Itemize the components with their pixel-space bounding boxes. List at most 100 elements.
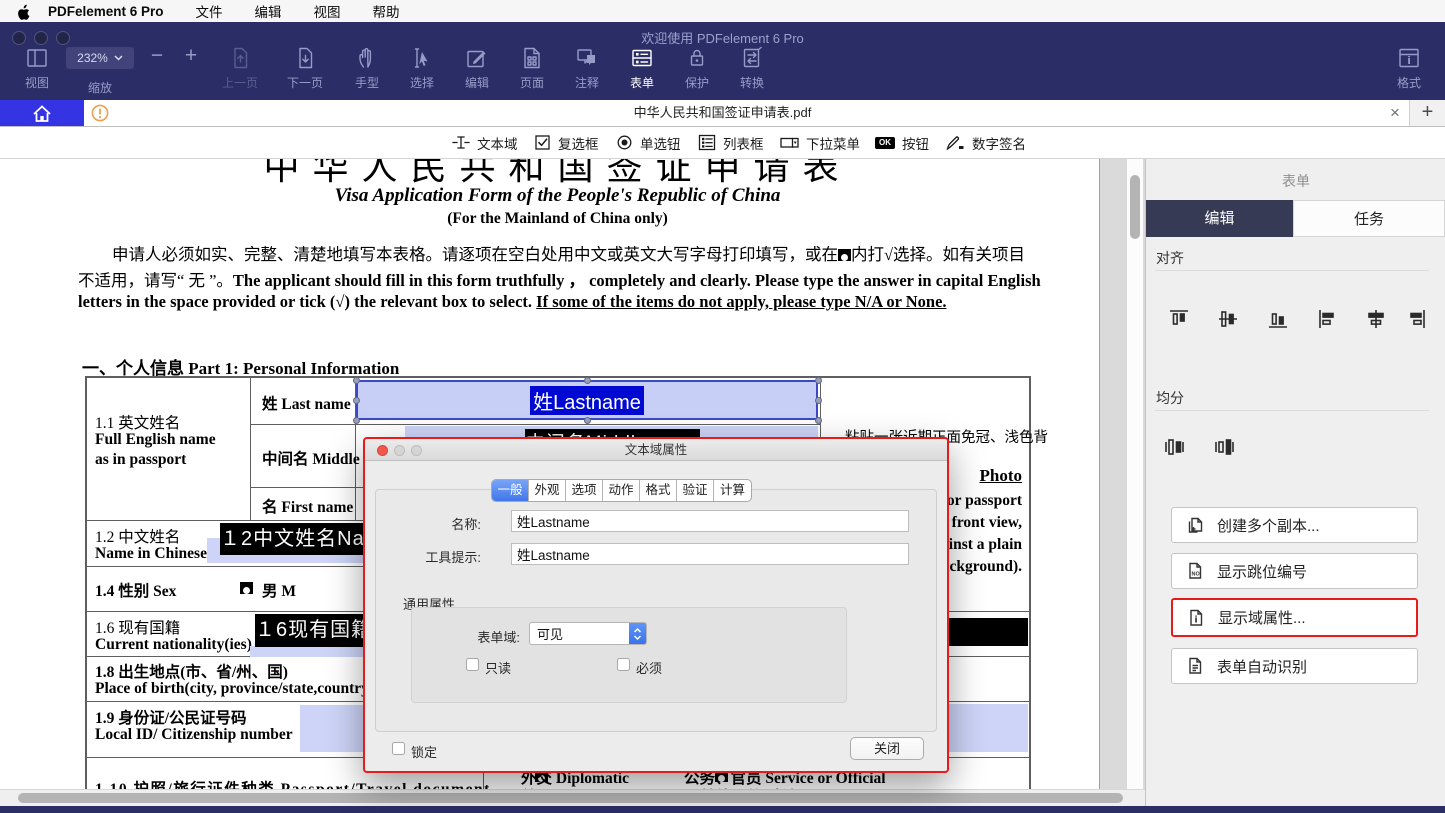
row12-label-en: Name in Chinese — [95, 545, 207, 563]
distribute-vertical-button[interactable] — [1212, 435, 1236, 459]
dialog-tab-validate[interactable]: 验证 — [677, 480, 714, 501]
zoom-label: 缩放 — [66, 79, 134, 96]
hand-icon — [354, 45, 380, 71]
dialog-tab-calculate[interactable]: 计算 — [714, 480, 751, 501]
divider — [1155, 410, 1429, 411]
zoom-in-button[interactable]: + — [178, 44, 204, 68]
list-box-tool[interactable]: 列表框 — [698, 127, 764, 158]
row16-label-en: Current nationality(ies) — [95, 636, 252, 654]
selection-handle[interactable] — [353, 377, 360, 384]
show-tab-numbers-button[interactable]: NO 显示跳位编号 — [1171, 553, 1418, 589]
macos-menubar: PDFelement 6 Pro 文件 编辑 视图 帮助 — [0, 0, 1445, 22]
convert-tool-button[interactable]: 转换 — [723, 45, 781, 91]
align-horizontal-center-button[interactable] — [1364, 307, 1388, 331]
table-border — [85, 376, 1030, 378]
selection-handle[interactable] — [815, 397, 822, 404]
comment-bubble-icon — [574, 45, 600, 71]
previous-page-button[interactable]: 上一页 — [211, 45, 269, 91]
doc-intro-line2: 不适用，请写“ 无 ”。The applicant should fill in… — [78, 267, 1041, 291]
lock-checkbox[interactable] — [392, 742, 405, 755]
menu-file[interactable]: 文件 — [196, 1, 223, 21]
lastname-form-field[interactable]: 姓Lastname — [356, 380, 818, 420]
readonly-checkbox[interactable] — [466, 658, 479, 671]
dialog-tab-appearance[interactable]: 外观 — [529, 480, 566, 501]
name-input[interactable] — [511, 510, 909, 532]
align-bottom-button[interactable] — [1266, 307, 1290, 331]
page-tool-button[interactable]: 页面 — [503, 45, 561, 91]
row19-label-cn: 1.9 身份证/公民证号码 — [95, 706, 247, 728]
dialog-tab-general[interactable]: 一般 — [492, 480, 529, 501]
table-border — [250, 376, 251, 520]
selection-handle[interactable] — [815, 377, 822, 384]
selection-handle[interactable] — [815, 417, 822, 424]
align-top-button[interactable] — [1167, 307, 1191, 331]
menu-edit[interactable]: 编辑 — [255, 1, 282, 21]
sidebar-tab-edit[interactable]: 编辑 — [1146, 200, 1293, 237]
show-field-properties-button[interactable]: 显示域属性... — [1171, 598, 1418, 637]
radio-button-tool[interactable]: 单选钮 — [616, 127, 681, 158]
protect-tool-button[interactable]: 保护 — [668, 45, 726, 91]
dropdown-icon — [780, 134, 799, 151]
row11-label-cn: 1.1 英文姓名 — [95, 411, 180, 433]
checkbox-icon — [534, 134, 551, 151]
lock-label: 锁定 — [411, 742, 437, 761]
align-vertical-center-button[interactable] — [1216, 307, 1240, 331]
menu-help[interactable]: 帮助 — [373, 1, 400, 21]
sidebar-tab-task[interactable]: 任务 — [1293, 200, 1445, 237]
cursor-select-icon — [409, 45, 435, 71]
text-field-tool[interactable]: 文本域 — [452, 127, 518, 158]
text-field-properties-dialog: 文本域属性 一般 外观 选项 动作 格式 验证 计算 名称: 工具提示: 通用属… — [363, 437, 949, 773]
page-up-icon — [227, 45, 253, 71]
view-mode-button[interactable]: 视图 — [8, 45, 66, 91]
apple-menu-icon[interactable] — [16, 3, 30, 20]
selection-handle[interactable] — [584, 417, 591, 424]
convert-arrows-icon — [739, 45, 765, 71]
select-tool-button[interactable]: 选择 — [393, 45, 451, 91]
vertical-scrollbar[interactable] — [1126, 159, 1143, 789]
next-page-button[interactable]: 下一页 — [276, 45, 334, 91]
doc-title-en: Visa Application Form of the People's Re… — [85, 185, 1030, 207]
tab-number-page-icon: NO — [1185, 561, 1205, 581]
edit-tool-button[interactable]: 编辑 — [448, 45, 506, 91]
page-down-icon — [292, 45, 318, 71]
dialog-tab-actions[interactable]: 动作 — [603, 480, 640, 501]
close-tab-button[interactable]: × — [1382, 100, 1408, 126]
document-tabbar: 中华人民共和国签证申请表.pdf × + — [0, 100, 1445, 127]
checkbox-tool[interactable]: 复选框 — [534, 127, 599, 158]
create-multiple-copies-button[interactable]: 创建多个副本... — [1171, 507, 1418, 543]
visibility-selected-value: 可见 — [530, 624, 629, 643]
male-checkbox-icon[interactable] — [240, 582, 253, 594]
zoom-level-select[interactable]: 232% — [66, 47, 134, 69]
zoom-out-button[interactable]: − — [144, 44, 170, 68]
table-border — [250, 424, 820, 425]
required-checkbox[interactable] — [617, 658, 630, 671]
menu-view[interactable]: 视图 — [314, 1, 341, 21]
tooltip-input[interactable] — [511, 543, 909, 565]
form-field-visibility-select[interactable]: 可见 — [529, 622, 647, 645]
selection-handle[interactable] — [584, 377, 591, 384]
selection-handle[interactable] — [353, 397, 360, 404]
dialog-tab-format[interactable]: 格式 — [640, 480, 677, 501]
horizontal-scrollbar-thumb[interactable] — [18, 793, 1123, 803]
digital-signature-tool[interactable]: 数字签名 — [946, 127, 1026, 158]
inline-checkbox-icon — [838, 249, 851, 261]
nationality-form-field[interactable] — [250, 646, 363, 657]
comment-tool-button[interactable]: 注释 — [558, 45, 616, 91]
horizontal-scrollbar[interactable] — [0, 789, 1145, 806]
distribute-horizontal-button[interactable] — [1162, 435, 1186, 459]
hand-tool-button[interactable]: 手型 — [338, 45, 396, 91]
align-right-button[interactable] — [1404, 307, 1428, 331]
form-tool-button[interactable]: 表单 — [613, 45, 671, 91]
button-tool[interactable]: OK 按钮 — [875, 127, 929, 158]
dialog-tab-group: 一般 外观 选项 动作 格式 验证 计算 — [491, 479, 752, 502]
selection-handle[interactable] — [353, 417, 360, 424]
dialog-close-action-button[interactable]: 关闭 — [850, 737, 924, 760]
dropdown-tool[interactable]: 下拉菜单 — [780, 127, 860, 158]
new-tab-button[interactable]: + — [1409, 100, 1445, 126]
format-panel-button[interactable]: 格式 — [1380, 45, 1438, 91]
vertical-scrollbar-thumb[interactable] — [1130, 175, 1140, 239]
dialog-tab-options[interactable]: 选项 — [566, 480, 603, 501]
form-auto-recognition-button[interactable]: 表单自动识别 — [1171, 648, 1418, 684]
align-left-button[interactable] — [1316, 307, 1340, 331]
app-menu-title[interactable]: PDFelement 6 Pro — [48, 4, 164, 19]
